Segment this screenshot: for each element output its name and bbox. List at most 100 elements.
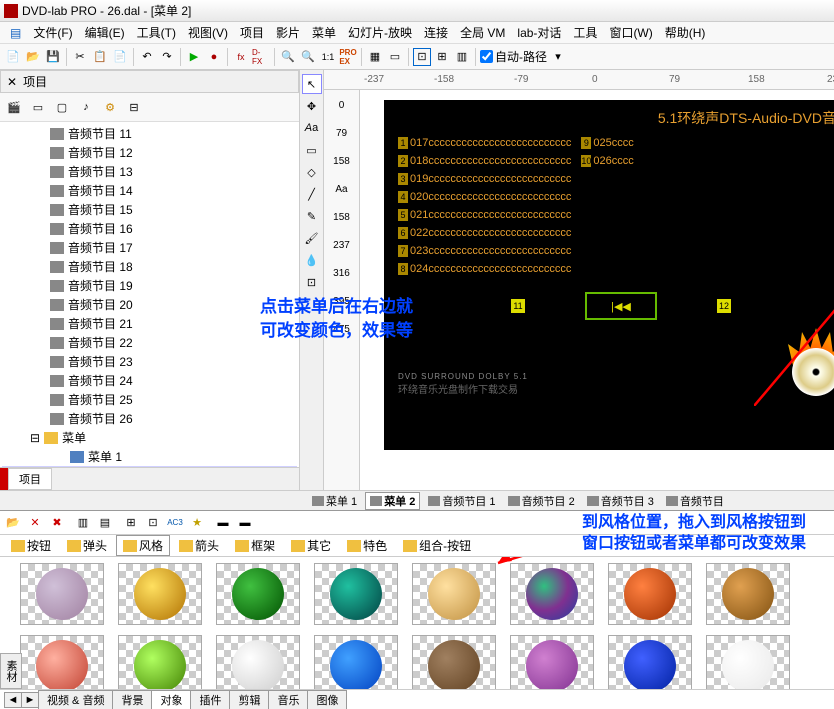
- tree-item[interactable]: 音频节目 17: [2, 238, 297, 257]
- copy-icon[interactable]: 📋: [91, 48, 109, 66]
- tree-item[interactable]: 音频节目 24: [2, 371, 297, 390]
- 1to1-icon[interactable]: 1:1: [319, 48, 337, 66]
- menu-item[interactable]: 窗口(W): [603, 24, 658, 41]
- menu-item[interactable]: 影片: [270, 24, 306, 41]
- menu-item[interactable]: lab-对话: [511, 24, 567, 41]
- category-tab[interactable]: 视频 & 音频: [38, 690, 113, 709]
- line-icon[interactable]: ╱: [302, 184, 322, 204]
- redo-icon[interactable]: ↷: [158, 48, 176, 66]
- menu-item[interactable]: 视图(V): [182, 24, 234, 41]
- doc-tab[interactable]: 菜单 2: [365, 492, 420, 510]
- tree-item[interactable]: 音频节目 22: [2, 333, 297, 352]
- menu-item-row[interactable]: 4020cccccccccccccccccccccccccc: [398, 188, 834, 206]
- menu-item[interactable]: 连接: [418, 24, 454, 41]
- asset-tab[interactable]: 按钮: [4, 535, 58, 556]
- grid-icon[interactable]: ▦: [366, 48, 384, 66]
- category-tab[interactable]: 背景: [112, 690, 152, 709]
- menu-item-row[interactable]: 5021cccccccccccccccccccccccccc: [398, 206, 834, 224]
- menu-item[interactable]: 帮助(H): [659, 24, 712, 41]
- asset-tab[interactable]: 箭头: [172, 535, 226, 556]
- style-thumbnail[interactable]: [216, 563, 300, 625]
- menu-item[interactable]: 文件(F): [27, 24, 78, 41]
- tree-folder[interactable]: ⊟ 菜单: [2, 428, 297, 447]
- layout-icon[interactable]: ▥: [453, 48, 471, 66]
- style-thumbnail[interactable]: [608, 635, 692, 689]
- tree-item[interactable]: 音频节目 25: [2, 390, 297, 409]
- tree-item[interactable]: 音频节目 23: [2, 352, 297, 371]
- text-icon[interactable]: Aa: [302, 118, 322, 138]
- cut-icon[interactable]: ✂: [71, 48, 89, 66]
- asset-tab[interactable]: 特色: [340, 535, 394, 556]
- project-tree[interactable]: 音频节目 11音频节目 12音频节目 13音频节目 14音频节目 15音频节目 …: [0, 122, 299, 467]
- style-thumbnail[interactable]: [412, 635, 496, 689]
- menu-item[interactable]: 工具(T): [131, 24, 182, 41]
- style-thumbnail[interactable]: [510, 635, 594, 689]
- add-audio-icon[interactable]: ♪: [76, 97, 96, 117]
- tab-scroll-right-icon[interactable]: ►: [21, 692, 39, 708]
- category-tab[interactable]: 音乐: [268, 690, 308, 709]
- menu-item[interactable]: 项目: [234, 24, 270, 41]
- add-slide-icon[interactable]: ▢: [52, 97, 72, 117]
- zoom-out-icon[interactable]: 🔍: [299, 48, 317, 66]
- menu-item-row[interactable]: 1017cccccccccccccccccccccccccc9025cccc: [398, 134, 834, 152]
- tree-collapse-icon[interactable]: ⊟: [124, 97, 144, 117]
- skip-prev-button[interactable]: |◀◀: [585, 292, 657, 320]
- doc-tab[interactable]: 音频节目 3: [583, 493, 658, 509]
- menu-item[interactable]: 幻灯片-放映: [342, 24, 418, 41]
- doc-tab[interactable]: 音频节目: [662, 493, 728, 509]
- guide-icon[interactable]: ▭: [386, 48, 404, 66]
- pointer-icon[interactable]: ↖: [302, 74, 322, 94]
- tree-folder[interactable]: 菜单 1: [2, 447, 297, 466]
- asset-c-icon[interactable]: ⊞: [122, 514, 140, 532]
- style-thumbnail[interactable]: [216, 635, 300, 689]
- asset-a-icon[interactable]: ▥: [74, 514, 92, 532]
- crop-icon[interactable]: ⊡: [302, 272, 322, 292]
- style-thumbnail[interactable]: [118, 635, 202, 689]
- project-tab[interactable]: 项目: [8, 468, 52, 490]
- asset-bar2-icon[interactable]: ▬: [236, 514, 254, 532]
- style-thumbnail[interactable]: [608, 563, 692, 625]
- asset-ac3-icon[interactable]: AC3: [166, 514, 184, 532]
- move-icon[interactable]: ✥: [302, 96, 322, 116]
- category-tab[interactable]: 对象: [151, 690, 191, 709]
- doc-tab[interactable]: 菜单 1: [308, 493, 361, 509]
- tree-item[interactable]: 音频节目 13: [2, 162, 297, 181]
- dfx-icon[interactable]: D-FX: [252, 48, 270, 66]
- badge-11[interactable]: 11: [511, 299, 525, 313]
- tree-item[interactable]: 音频节目 15: [2, 200, 297, 219]
- undo-icon[interactable]: ↶: [138, 48, 156, 66]
- asset-tab[interactable]: 弹头: [60, 535, 114, 556]
- menu-item-row[interactable]: 3019cccccccccccccccccccccccccc: [398, 170, 834, 188]
- play-icon[interactable]: ▶: [185, 48, 203, 66]
- tree-item[interactable]: 音频节目 20: [2, 295, 297, 314]
- pen-icon[interactable]: ✎: [302, 206, 322, 226]
- asset-star-icon[interactable]: ★: [188, 514, 206, 532]
- open-icon[interactable]: 📂: [24, 48, 42, 66]
- paste-icon[interactable]: 📄: [111, 48, 129, 66]
- style-thumbnail[interactable]: [20, 563, 104, 625]
- fx-icon[interactable]: fx: [232, 48, 250, 66]
- style-thumbnail[interactable]: [706, 635, 790, 689]
- add-movie-icon[interactable]: 🎬: [4, 97, 24, 117]
- tree-item[interactable]: 音频节目 18: [2, 257, 297, 276]
- tree-item[interactable]: 音频节目 14: [2, 181, 297, 200]
- material-side-tab[interactable]: 素材: [0, 653, 22, 689]
- tree-item[interactable]: 音频节目 16: [2, 219, 297, 238]
- tree-item[interactable]: 音频节目 26: [2, 409, 297, 428]
- category-tab[interactable]: 剪辑: [229, 690, 269, 709]
- tree-item[interactable]: 音频节目 19: [2, 276, 297, 295]
- tree-item[interactable]: 音频节目 12: [2, 143, 297, 162]
- snap1-icon[interactable]: ⊡: [413, 48, 431, 66]
- brush-icon[interactable]: 🖌: [302, 228, 322, 248]
- new-icon[interactable]: 📄: [4, 48, 22, 66]
- asset-b-icon[interactable]: ▤: [96, 514, 114, 532]
- asset-open-icon[interactable]: 📂: [4, 514, 22, 532]
- rect-icon[interactable]: ▭: [302, 140, 322, 160]
- asset-tab[interactable]: 其它: [284, 535, 338, 556]
- tree-item[interactable]: 音频节目 21: [2, 314, 297, 333]
- asset-bar1-icon[interactable]: ▬: [214, 514, 232, 532]
- asset-del-icon[interactable]: ✕: [26, 514, 44, 532]
- menu-item[interactable]: 编辑(E): [79, 24, 131, 41]
- dropdown-icon[interactable]: ▾: [549, 48, 567, 66]
- style-thumbnail[interactable]: [706, 563, 790, 625]
